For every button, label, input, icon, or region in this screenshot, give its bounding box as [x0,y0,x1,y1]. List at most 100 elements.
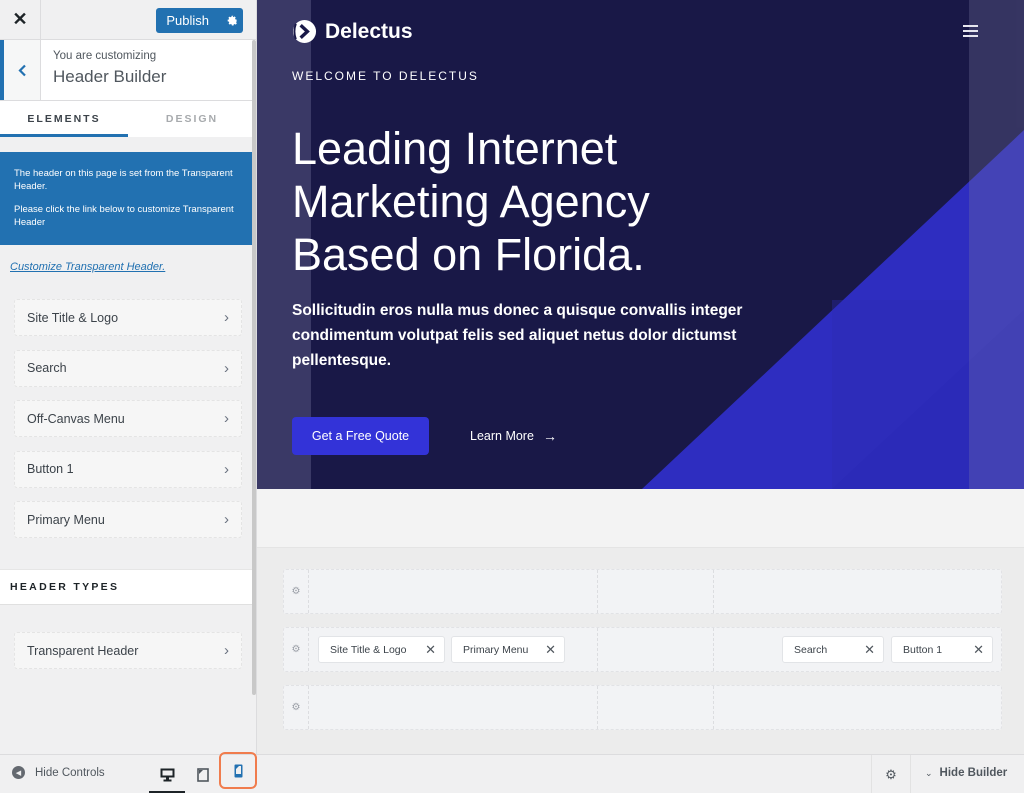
element-item-button-1[interactable]: Button 1 › [14,450,242,488]
close-icon: ✕ [12,9,28,29]
arrow-right-icon: → [542,428,557,444]
builder-chip-site-title-logo[interactable]: Site Title & Logo ✕ [318,636,445,663]
customize-transparent-header-link[interactable]: Customize Transparent Header. [10,261,256,273]
element-item-search[interactable]: Search › [14,349,242,387]
hamburger-menu-icon[interactable] [963,25,978,37]
gear-icon: ⚙ [291,644,301,655]
collapse-left-icon: ◀ [12,766,25,779]
row-zone-divider [597,570,598,613]
row-settings-button[interactable]: ⚙ [284,570,309,613]
gear-icon: ⚙ [291,586,301,597]
preview-tablet-button[interactable] [184,755,222,793]
builder-row-top[interactable]: ⚙ [283,569,1002,614]
hide-controls-label: Hide Controls [35,766,105,779]
header-types-heading: HEADER TYPES [0,569,256,605]
row-zone-divider [713,686,714,729]
row-settings-button[interactable]: ⚙ [284,628,309,671]
element-item-site-title-logo[interactable]: Site Title & Logo › [14,299,242,336]
remove-icon[interactable]: ✕ [864,642,875,658]
row-zone-divider [597,628,598,671]
builder-chip-search[interactable]: Search ✕ [782,636,884,663]
element-item-primary-menu[interactable]: Primary Menu › [14,501,242,538]
header-type-transparent-header[interactable]: Transparent Header › [14,632,242,669]
builder-settings-button[interactable]: ⚙ [871,755,911,793]
publish-group: Publish [156,8,243,33]
sidebar-top-bar: ✕ Publish [0,0,256,40]
hide-builder-label: Hide Builder [939,767,1008,779]
element-label: Search [27,361,67,375]
preview-mobile-button[interactable] [219,752,257,789]
builder-row-bottom[interactable]: ⚙ [283,685,1002,730]
builder-row-main[interactable]: ⚙ Site Title & Logo ✕ Primary Menu ✕ Sea… [283,627,1002,672]
chevron-right-icon: › [224,309,229,326]
notice-line-1: The header on this page is set from the … [14,168,233,192]
chevron-down-icon: ⌄ [925,767,933,778]
element-label: Primary Menu [27,512,105,527]
row-zone-divider [713,570,714,613]
hide-builder-button[interactable]: ⌄ Hide Builder [925,767,1007,779]
row-settings-button[interactable]: ⚙ [284,686,309,729]
publish-button[interactable]: Publish [156,8,221,33]
learn-more-link[interactable]: Learn More → [470,428,557,444]
remove-icon[interactable]: ✕ [425,642,436,658]
tab-bar: ELEMENTS DESIGN [0,101,256,137]
customizing-label: You are customizing [53,50,157,62]
publish-settings-button[interactable] [221,8,243,33]
learn-more-label: Learn More [470,429,534,443]
customizer-sidebar: ✕ Publish You are customizing Header Bui… [0,0,257,754]
element-label: Site Title & Logo [27,310,119,325]
chevron-left-icon [17,64,26,76]
builder-chip-button-1[interactable]: Button 1 ✕ [891,636,993,663]
hero-eyebrow: WELCOME TO DELECTUS [292,69,479,83]
row-zone-divider [713,628,714,671]
gear-icon: ⚙ [885,766,897,782]
chip-label: Button 1 [903,643,943,656]
section-header-text: You are customizing Header Builder [41,40,166,100]
customizer-root: ✕ Publish You are customizing Header Bui… [0,0,1024,793]
element-label: Off-Canvas Menu [27,411,125,426]
get-free-quote-button[interactable]: Get a Free Quote [292,417,429,455]
brand-name: Delectus [325,19,413,43]
chevron-right-icon: › [224,511,229,528]
back-button[interactable] [0,40,41,100]
header-builder-panel: ⚙ ⚙ Site Title & Logo ✕ Primary Menu ✕ S… [257,548,1024,754]
tablet-icon [197,767,209,782]
element-list: Site Title & Logo › Search › Off-Canvas … [0,299,256,538]
section-title: Header Builder [53,67,167,86]
hero-description: Sollicitudin eros nulla mus donec a quis… [292,302,743,369]
chevron-right-icon: › [224,642,229,659]
element-item-off-canvas-menu[interactable]: Off-Canvas Menu › [14,400,242,437]
customizer-footer: ◀ Hide Controls ⚙ ⌄ Hide Builder [0,752,1024,793]
gear-icon [227,15,237,26]
chevron-right-icon: › [224,359,229,377]
gear-icon: ⚙ [291,702,301,713]
remove-icon[interactable]: ✕ [545,642,556,658]
preview-overlay-right [969,0,1024,489]
builder-chip-primary-menu[interactable]: Primary Menu ✕ [451,636,565,663]
sidebar-scrollbar[interactable] [252,40,256,695]
hero-title: Leading Internet Marketing Agency Based … [292,123,650,280]
notice-line-2: Please click the link below to customize… [14,204,234,228]
chevron-right-icon: › [224,460,229,478]
preview-desktop-button[interactable] [148,755,186,793]
close-customizer-button[interactable]: ✕ [0,0,41,40]
header-types-list: Transparent Header › [0,632,256,669]
desktop-icon [160,768,174,781]
tab-design[interactable]: DESIGN [128,101,256,137]
preview-content-area [257,489,1024,548]
site-brand[interactable]: Delectus [292,19,413,44]
brand-logo-icon [292,19,317,44]
transparent-header-notice: The header on this page is set from the … [0,152,256,245]
tab-elements[interactable]: ELEMENTS [0,101,128,137]
section-header: You are customizing Header Builder [0,40,256,101]
row-zone-divider [597,686,598,729]
chip-label: Search [794,643,828,656]
remove-icon[interactable]: ✕ [973,642,984,658]
element-label: Button 1 [27,462,74,476]
mobile-icon [234,764,242,777]
hide-controls-button[interactable]: ◀ Hide Controls [12,766,105,779]
chip-label: Primary Menu [463,643,529,656]
chip-label: Site Title & Logo [330,643,407,656]
header-type-label: Transparent Header [27,643,139,658]
chevron-right-icon: › [224,410,229,427]
